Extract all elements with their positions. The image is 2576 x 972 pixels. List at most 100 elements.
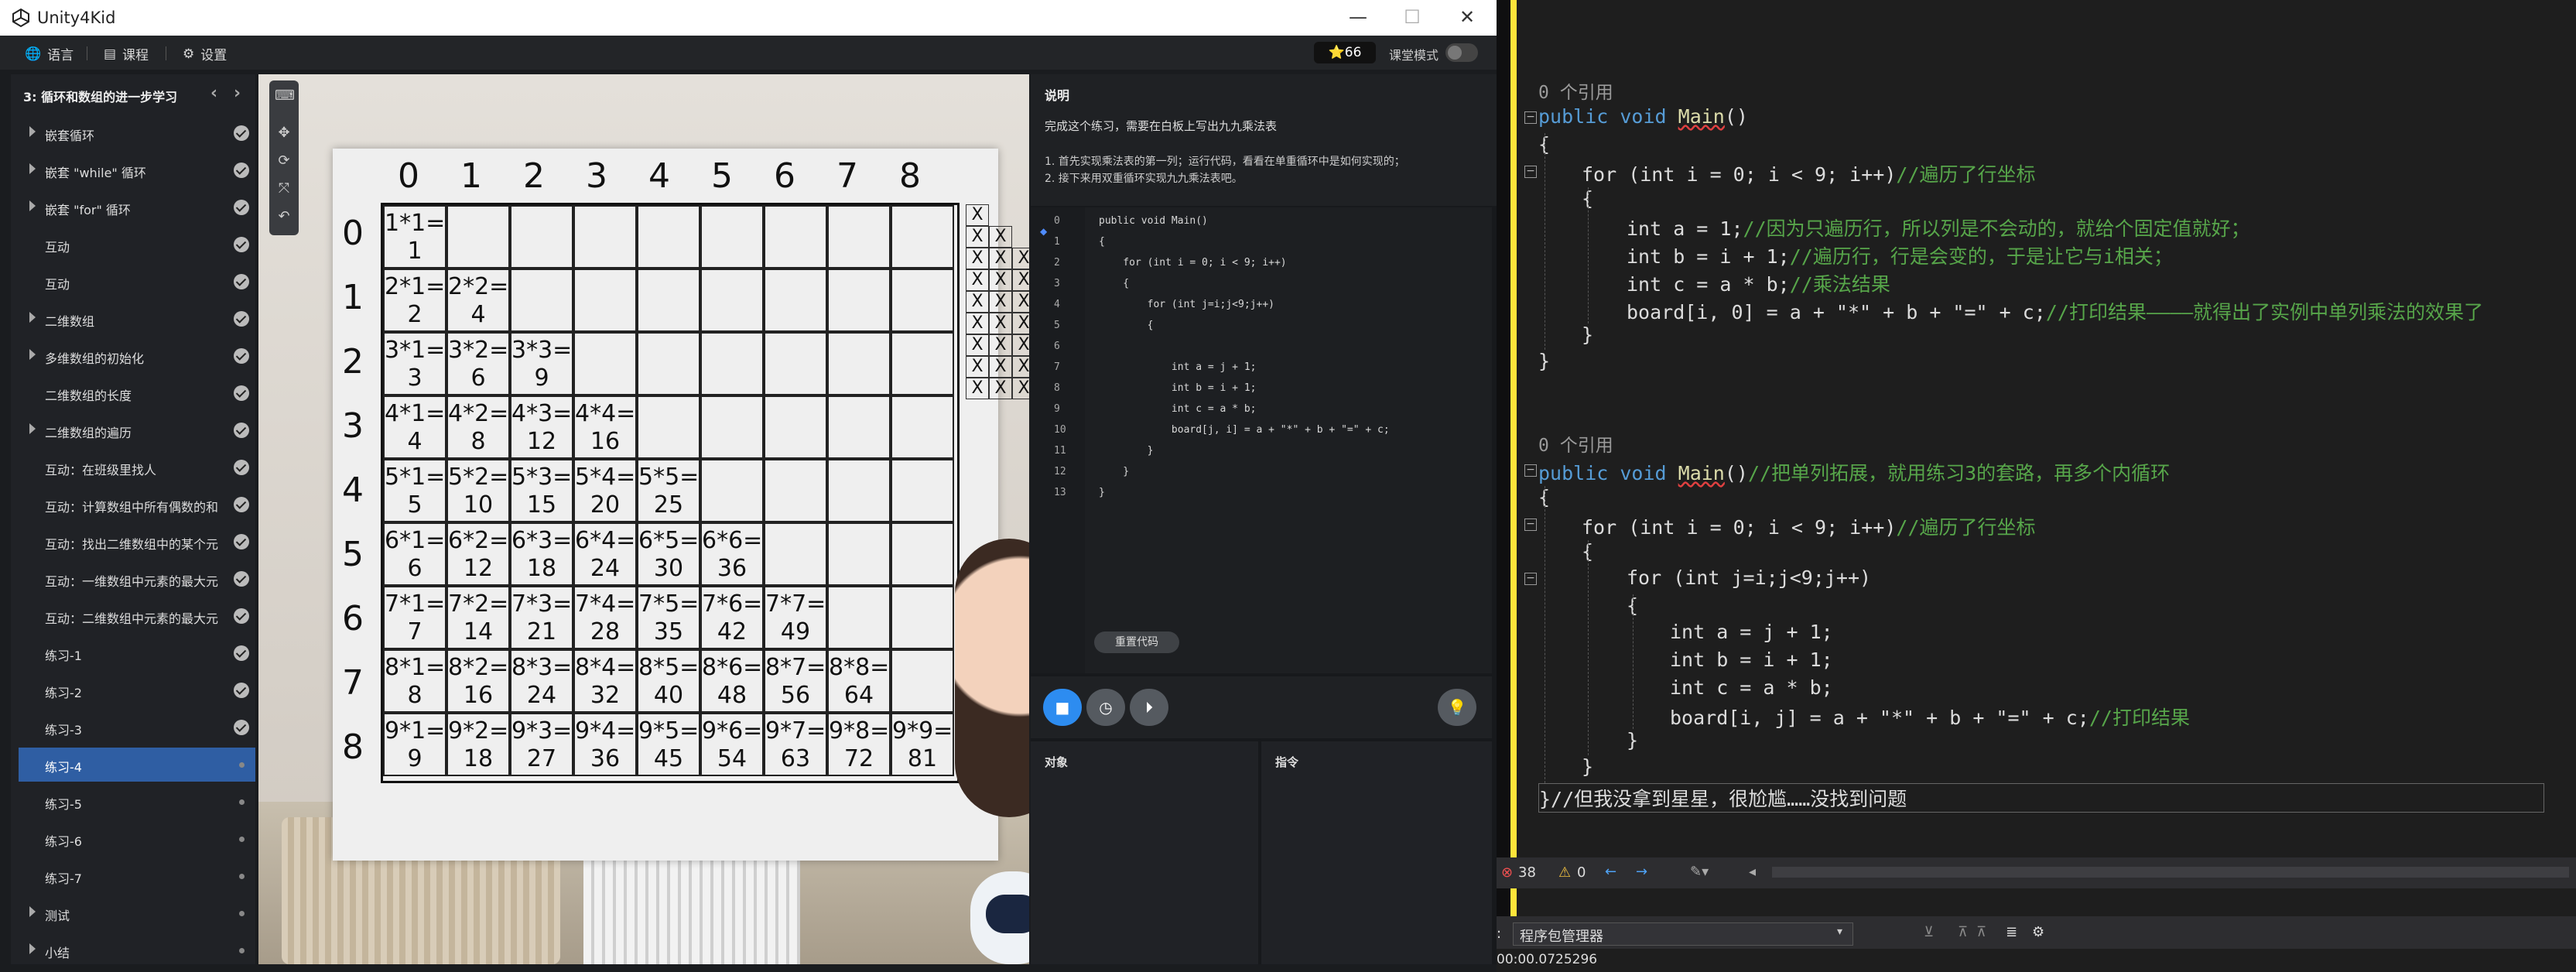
sidebar-item[interactable]: 嵌套 "for" 循环 — [19, 190, 255, 224]
status-dot-icon — [239, 911, 245, 916]
sidebar-item[interactable]: 互动：计算数组中所有偶数的和 — [19, 488, 255, 522]
sidebar-item[interactable]: 互动：在班级里找人 — [19, 450, 255, 484]
expand-arrow-icon[interactable] — [29, 163, 36, 174]
unity-logo-icon — [12, 8, 29, 28]
warning-icon[interactable]: ⚠ — [1558, 864, 1571, 881]
scale-icon[interactable]: ⤧ — [275, 180, 293, 198]
sidebar-item[interactable]: 互动：找出二维数组中的某个元 — [19, 525, 255, 559]
expand-arrow-icon[interactable] — [29, 423, 36, 434]
progress-mark: X — [989, 313, 1012, 334]
prev-chapter-icon[interactable]: ‹ — [210, 84, 217, 103]
class-mode-toggle[interactable] — [1445, 43, 1478, 62]
sidebar-item[interactable]: 练习-2 — [19, 673, 255, 707]
expand-arrow-icon[interactable] — [29, 126, 36, 137]
fold-icon[interactable]: − — [1524, 166, 1537, 178]
sidebar-item[interactable]: 互动 — [19, 228, 255, 262]
step-speed-button[interactable]: ◷ — [1086, 689, 1125, 726]
pkg-tool-icon[interactable]: ⊼ — [1958, 924, 1968, 940]
code-line: board[i, j] = a + "*" + b + "=" + c;//打印… — [1670, 703, 2190, 731]
code-editor[interactable]: 0 1 2 3 4 5 6 7 8 9 10 11 12 13 ◆ public void Main(){… — [1031, 207, 1492, 673]
grid-cell: 7*2= 14 — [446, 586, 510, 649]
grid-cell — [700, 332, 764, 395]
cell-expression: 7*1= — [385, 590, 446, 618]
horizontal-scrollbar[interactable] — [1772, 867, 2569, 878]
settings-icon[interactable]: ⚙ — [2032, 924, 2044, 940]
status-dot-icon — [239, 948, 245, 953]
brush-icon[interactable]: ✎▾ — [1690, 864, 1709, 880]
expand-arrow-icon[interactable] — [29, 943, 36, 954]
sidebar-item[interactable]: 练习-5 — [19, 785, 255, 819]
maximize-button[interactable]: ☐ — [1397, 6, 1428, 28]
scene-viewport[interactable]: 012345678 012345678 1*1= 1 2*1= 2 2*2= 4 3*1= 3… — [258, 74, 1029, 964]
grid-cell: 3*1= 3 — [383, 332, 446, 395]
sidebar-item[interactable]: 练习-4 — [19, 748, 255, 782]
sidebar-item[interactable]: 二维数组的长度 — [19, 376, 255, 410]
instructions-heading: 说明 — [1045, 88, 1070, 103]
reference-count[interactable]: 0 个引用 — [1538, 430, 1613, 457]
fold-icon[interactable]: − — [1524, 111, 1537, 124]
breakpoint-icon: ◆ — [1040, 226, 1048, 237]
move-icon[interactable]: ✥ — [275, 124, 293, 142]
sidebar-item[interactable]: 练习-1 — [19, 636, 255, 670]
row-header: 1 — [342, 278, 364, 317]
sidebar-item[interactable]: 嵌套 "while" 循环 — [19, 153, 255, 187]
reset-code-button[interactable]: 重置代码 — [1094, 631, 1179, 653]
sidebar-item[interactable]: 练习-3 — [19, 710, 255, 744]
error-icon[interactable]: ⊗ — [1501, 864, 1513, 881]
grid-cell — [700, 269, 764, 332]
indent-guide — [1633, 594, 1634, 729]
minimize-button[interactable]: — — [1343, 6, 1374, 28]
sidebar-item[interactable]: 练习-6 — [19, 822, 255, 856]
cell-result: 30 — [653, 555, 684, 582]
forward-arrow-icon[interactable]: → — [1636, 864, 1647, 880]
sidebar-item[interactable]: 多维数组的初始化 — [19, 339, 255, 373]
settings-menu[interactable]: ⚙ 设置 — [183, 44, 227, 64]
expand-arrow-icon[interactable] — [29, 312, 36, 323]
next-chapter-icon[interactable]: › — [234, 84, 241, 103]
grid-cell: 5*3= 15 — [510, 459, 573, 522]
scroll-left-icon[interactable]: ◂ — [1749, 864, 1756, 880]
fold-icon[interactable]: − — [1524, 573, 1537, 585]
pkg-tool-icon[interactable]: ⊼ — [1976, 924, 1986, 940]
language-menu[interactable]: 🌐 语言 — [25, 44, 74, 64]
back-arrow-icon[interactable]: ← — [1605, 864, 1616, 880]
robot-helper — [970, 871, 1029, 964]
expand-arrow-icon[interactable] — [29, 200, 36, 211]
visual-studio-editor[interactable]: 0 个引用 − public void Main() { − for (int … — [1517, 0, 2576, 972]
wrap-icon[interactable]: ≣ — [2006, 924, 2017, 940]
sidebar-item[interactable]: 互动：二维数组中元素的最大元 — [19, 599, 255, 633]
sidebar-item[interactable]: 嵌套循环 — [19, 116, 255, 150]
fold-icon[interactable]: − — [1524, 519, 1537, 531]
undo-icon[interactable]: ↶ — [275, 207, 293, 226]
sidebar-item[interactable]: 互动：一维数组中元素的最大元 — [19, 562, 255, 596]
course-menu[interactable]: ▤ 课程 — [104, 44, 149, 64]
expand-arrow-icon[interactable] — [29, 906, 36, 917]
expand-arrow-icon[interactable] — [29, 349, 36, 360]
grid-cell: 6*3= 18 — [510, 522, 573, 586]
code-line: int c = a * b;//乘法结果 — [1627, 269, 1890, 297]
cell-result: 2 — [407, 301, 422, 328]
keyboard-icon[interactable]: ⌨ — [275, 87, 295, 105]
pkg-tool-icon[interactable]: ⊻ — [1924, 924, 1934, 940]
package-source-select[interactable]: 程序包管理器 ▾ — [1513, 922, 1853, 946]
sidebar-item[interactable]: 二维数组 — [19, 302, 255, 336]
hint-bulb-button[interactable]: 💡 — [1438, 689, 1476, 726]
sidebar-item[interactable]: 互动 — [19, 265, 255, 299]
rotate-icon[interactable]: ⟳ — [275, 152, 293, 170]
sidebar-item-label: 互动：找出二维数组中的某个元 — [45, 537, 219, 552]
star-count-badge: ⭐66 — [1314, 42, 1376, 63]
sidebar-item[interactable]: 二维数组的遍历 — [19, 413, 255, 447]
step-forward-button[interactable]: ⏵ — [1130, 689, 1168, 726]
sidebar-item[interactable]: 小结 — [19, 933, 255, 967]
close-button[interactable]: ✕ — [1452, 6, 1483, 28]
fold-icon[interactable]: − — [1524, 464, 1537, 477]
progress-mark: X — [989, 226, 1012, 248]
reference-count[interactable]: 0 个引用 — [1538, 77, 1613, 104]
code-line: public void Main()//把单列拓展，就用练习3的套路，再多个内循… — [1538, 462, 2171, 484]
check-icon — [234, 645, 249, 661]
grid-cell: 5*5= 25 — [637, 459, 700, 522]
sidebar-item[interactable]: 测试 — [19, 896, 255, 930]
sidebar-item[interactable]: 练习-7 — [19, 859, 255, 893]
cell-expression: 8*3= — [511, 654, 573, 681]
stop-button[interactable]: ■ — [1043, 689, 1082, 726]
